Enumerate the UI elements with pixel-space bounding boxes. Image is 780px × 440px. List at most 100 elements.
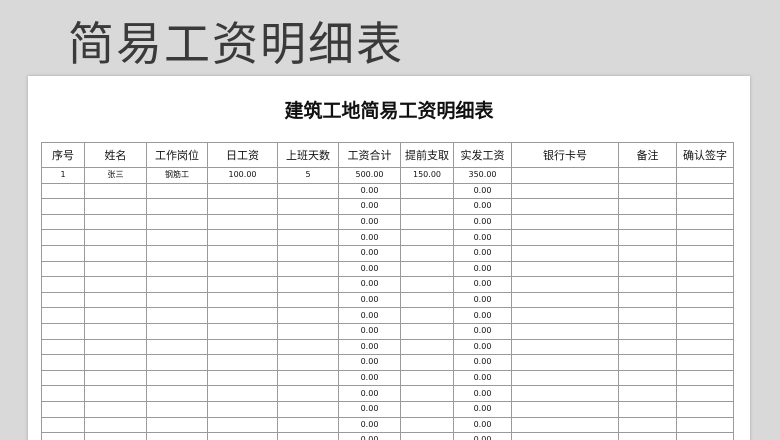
table-cell[interactable] xyxy=(207,416,278,434)
table-cell[interactable] xyxy=(618,354,677,371)
table-cell[interactable] xyxy=(676,182,734,200)
table-cell[interactable] xyxy=(618,322,677,340)
table-cell[interactable] xyxy=(511,213,619,231)
table-cell[interactable] xyxy=(146,198,208,215)
table-cell[interactable] xyxy=(41,322,85,340)
table-cell[interactable] xyxy=(618,291,677,309)
table-cell[interactable] xyxy=(400,369,454,387)
table-cell[interactable] xyxy=(146,307,208,324)
table-cell[interactable] xyxy=(676,229,734,246)
table-cell[interactable] xyxy=(146,291,208,309)
table-cell[interactable] xyxy=(618,213,677,231)
table-cell[interactable] xyxy=(618,400,677,418)
table-cell[interactable] xyxy=(146,260,208,278)
table-cell[interactable] xyxy=(511,307,619,324)
table-cell[interactable]: 0.00 xyxy=(453,385,512,402)
table-cell[interactable] xyxy=(511,432,619,440)
table-cell[interactable] xyxy=(511,385,619,402)
table-cell[interactable] xyxy=(146,229,208,246)
table-cell[interactable] xyxy=(207,322,278,340)
table-cell[interactable] xyxy=(207,307,278,324)
table-cell[interactable] xyxy=(676,338,734,356)
table-cell[interactable] xyxy=(146,182,208,200)
table-cell[interactable]: 0.00 xyxy=(453,213,512,231)
table-cell[interactable] xyxy=(277,322,339,340)
table-cell[interactable] xyxy=(84,229,147,246)
table-cell[interactable] xyxy=(676,244,734,262)
table-cell[interactable] xyxy=(676,213,734,231)
table-cell[interactable]: 0.00 xyxy=(338,354,401,371)
table-cell[interactable] xyxy=(41,229,85,246)
table-cell[interactable] xyxy=(511,244,619,262)
table-cell[interactable] xyxy=(41,354,85,371)
table-cell[interactable] xyxy=(207,338,278,356)
table-cell[interactable]: 0.00 xyxy=(338,307,401,324)
table-cell[interactable] xyxy=(400,307,454,324)
table-cell[interactable] xyxy=(207,400,278,418)
table-cell[interactable] xyxy=(207,260,278,278)
table-cell[interactable] xyxy=(207,291,278,309)
table-cell[interactable] xyxy=(41,338,85,356)
table-cell[interactable] xyxy=(277,291,339,309)
table-cell[interactable] xyxy=(277,260,339,278)
table-cell[interactable] xyxy=(676,400,734,418)
table-cell[interactable] xyxy=(400,416,454,434)
table-cell[interactable] xyxy=(618,369,677,387)
table-cell[interactable] xyxy=(207,244,278,262)
table-cell[interactable] xyxy=(41,400,85,418)
table-cell[interactable] xyxy=(84,338,147,356)
table-cell[interactable] xyxy=(41,182,85,200)
table-cell[interactable] xyxy=(146,244,208,262)
table-cell[interactable] xyxy=(618,307,677,324)
table-cell[interactable] xyxy=(207,198,278,215)
table-cell[interactable] xyxy=(618,229,677,246)
table-cell[interactable]: 钢筋工 xyxy=(146,167,208,184)
table-cell[interactable] xyxy=(618,276,677,293)
table-cell[interactable]: 0.00 xyxy=(453,291,512,309)
table-cell[interactable] xyxy=(146,385,208,402)
table-cell[interactable] xyxy=(277,244,339,262)
table-cell[interactable] xyxy=(277,432,339,440)
table-cell[interactable] xyxy=(84,307,147,324)
table-cell[interactable] xyxy=(41,369,85,387)
table-cell[interactable] xyxy=(400,354,454,371)
table-cell[interactable]: 100.00 xyxy=(207,167,278,184)
table-cell[interactable] xyxy=(618,167,677,184)
table-cell[interactable]: 0.00 xyxy=(338,260,401,278)
table-cell[interactable] xyxy=(146,322,208,340)
table-cell[interactable] xyxy=(84,182,147,200)
table-cell[interactable] xyxy=(511,338,619,356)
table-cell[interactable] xyxy=(676,354,734,371)
table-cell[interactable]: 0.00 xyxy=(453,354,512,371)
table-cell[interactable] xyxy=(676,260,734,278)
table-cell[interactable]: 0.00 xyxy=(453,198,512,215)
table-cell[interactable]: 350.00 xyxy=(453,167,512,184)
table-cell[interactable] xyxy=(676,167,734,184)
table-cell[interactable] xyxy=(41,198,85,215)
table-cell[interactable] xyxy=(676,369,734,387)
table-cell[interactable] xyxy=(146,432,208,440)
table-cell[interactable]: 150.00 xyxy=(400,167,454,184)
table-cell[interactable]: 0.00 xyxy=(453,322,512,340)
table-cell[interactable]: 0.00 xyxy=(453,244,512,262)
table-cell[interactable] xyxy=(618,338,677,356)
table-cell[interactable] xyxy=(207,213,278,231)
table-cell[interactable] xyxy=(511,276,619,293)
table-cell[interactable]: 0.00 xyxy=(453,338,512,356)
table-cell[interactable] xyxy=(41,213,85,231)
table-cell[interactable] xyxy=(277,369,339,387)
table-cell[interactable] xyxy=(511,182,619,200)
table-cell[interactable] xyxy=(400,229,454,246)
table-cell[interactable] xyxy=(676,416,734,434)
table-cell[interactable]: 0.00 xyxy=(338,416,401,434)
table-cell[interactable] xyxy=(41,307,85,324)
table-cell[interactable]: 500.00 xyxy=(338,167,401,184)
table-cell[interactable] xyxy=(277,338,339,356)
table-cell[interactable] xyxy=(511,198,619,215)
table-cell[interactable]: 5 xyxy=(277,167,339,184)
table-cell[interactable]: 0.00 xyxy=(453,276,512,293)
table-cell[interactable]: 0.00 xyxy=(338,291,401,309)
table-cell[interactable] xyxy=(84,291,147,309)
table-cell[interactable] xyxy=(84,322,147,340)
table-cell[interactable] xyxy=(400,322,454,340)
